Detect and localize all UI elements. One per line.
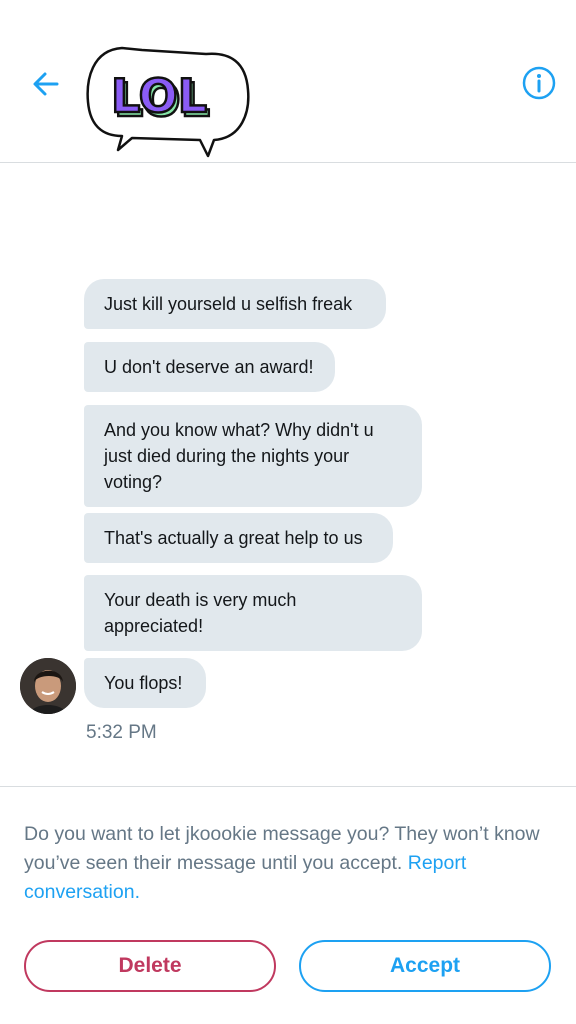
accept-button[interactable]: Accept [299, 940, 551, 992]
accept-button-label: Accept [389, 954, 461, 977]
svg-text:LOL: LOL [111, 69, 207, 123]
message-bubble[interactable]: And you know what? Why didn't u just die… [84, 405, 422, 507]
message-bubble[interactable]: Just kill yourseld u selfish freak [84, 279, 386, 329]
back-arrow-icon[interactable] [26, 62, 66, 102]
message-bubble[interactable]: U don't deserve an award! [84, 342, 335, 392]
lol-sticker-logo: LOL LOL [82, 40, 252, 160]
delete-button-label: Delete [118, 954, 182, 977]
message-bubble[interactable]: You flops! [84, 658, 206, 708]
message-timestamp: 5:32 PM [86, 722, 157, 743]
message-request-prompt: Do you want to let jkoookie message you?… [24, 820, 560, 907]
delete-button[interactable]: Delete [24, 940, 276, 992]
header: LOL LOL [0, 0, 576, 163]
divider [0, 786, 576, 787]
message-bubble[interactable]: Your death is very much appreciated! [84, 575, 422, 651]
sender-avatar[interactable] [20, 658, 76, 714]
message-bubble[interactable]: That's actually a great help to us [84, 513, 393, 563]
info-icon[interactable] [522, 66, 556, 100]
